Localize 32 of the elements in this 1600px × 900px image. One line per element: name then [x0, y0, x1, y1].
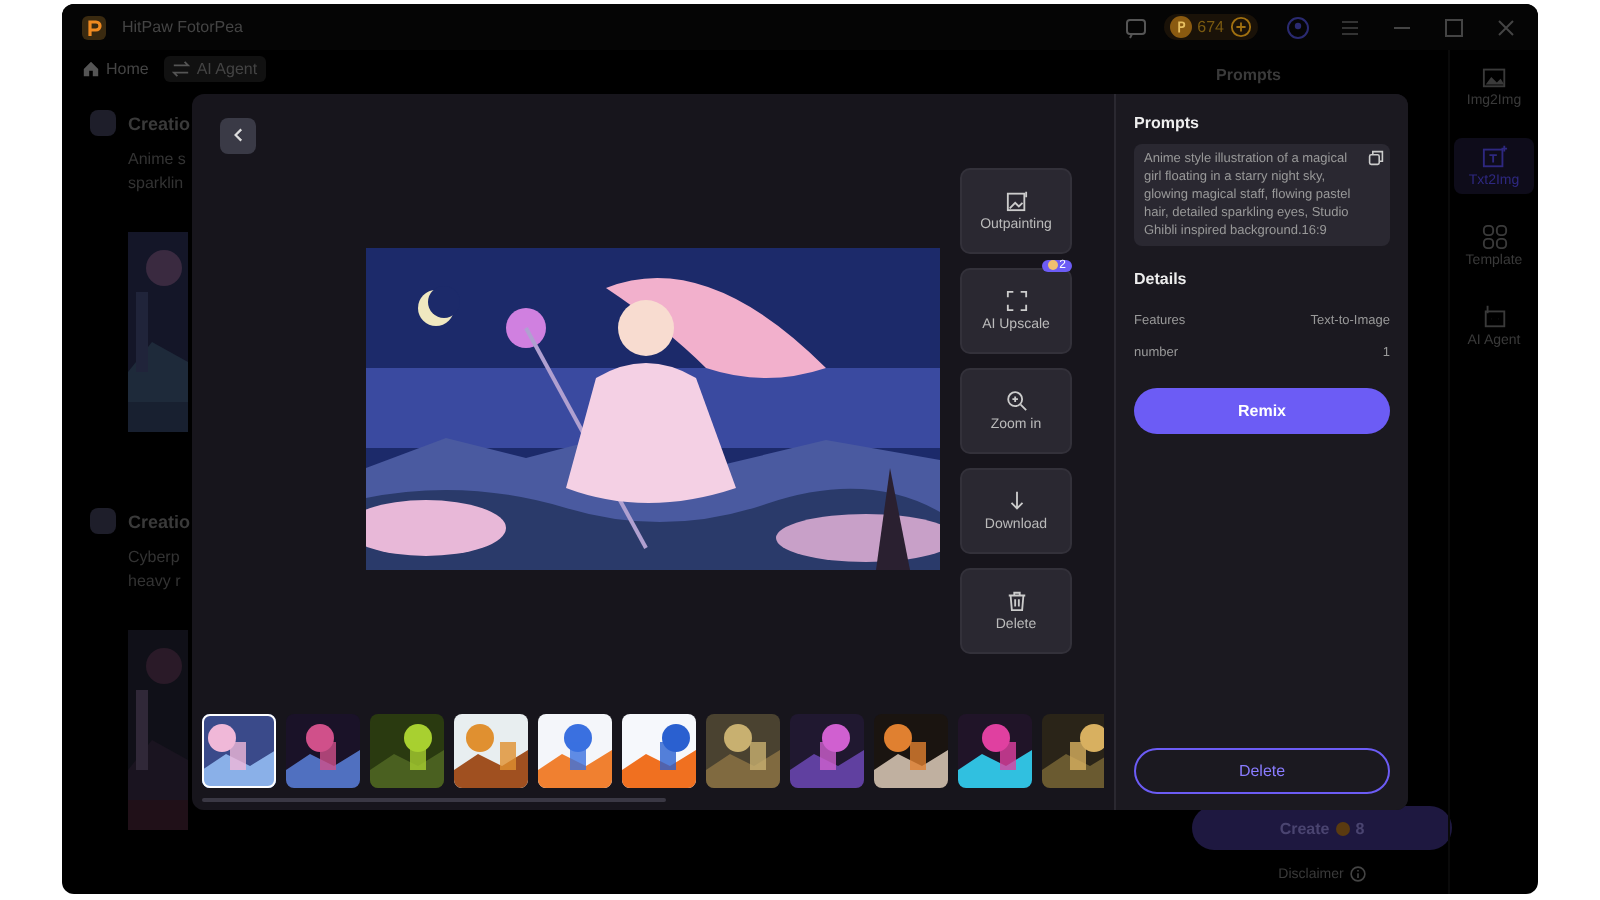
- download-icon: [1005, 489, 1027, 512]
- coin-icon: [1335, 821, 1350, 835]
- back-button[interactable]: [220, 118, 256, 154]
- section-title: Details: [1134, 270, 1189, 288]
- post-title: Creatio: [128, 511, 191, 531]
- delete-button[interactable]: Delete: [1134, 748, 1390, 794]
- remix-button[interactable]: Remix: [1134, 388, 1390, 434]
- credits-count: 674: [1197, 18, 1224, 36]
- nav-tab[interactable]: Home: [74, 55, 157, 81]
- copy-icon[interactable]: [1368, 150, 1384, 166]
- expand-icon: [1005, 289, 1027, 312]
- plus-icon[interactable]: [1230, 16, 1252, 38]
- chat-icon[interactable]: [1123, 15, 1148, 39]
- text-icon: [1481, 144, 1507, 170]
- swap-icon: [172, 59, 191, 77]
- app-logo-icon: [82, 15, 106, 39]
- app-title: HitPaw FotorPea: [122, 18, 243, 36]
- home-icon: [82, 59, 100, 77]
- chevron-left-icon: [229, 126, 247, 145]
- zoom-in-icon: [1005, 389, 1027, 412]
- post-avatar: [90, 110, 116, 136]
- agent-icon: [1481, 304, 1507, 330]
- section-title: Prompts: [1134, 114, 1201, 132]
- post-title: Creatio: [128, 113, 191, 133]
- credits-badge[interactable]: 674: [1163, 14, 1258, 40]
- coin-icon: [1169, 16, 1192, 38]
- image-icon: [1481, 64, 1507, 90]
- panel-title: Prompts: [1216, 66, 1283, 84]
- post-avatar: [90, 508, 116, 534]
- outpaint-icon: [1005, 189, 1027, 212]
- grid-icon: [1481, 224, 1507, 250]
- trash-icon: [1005, 589, 1027, 612]
